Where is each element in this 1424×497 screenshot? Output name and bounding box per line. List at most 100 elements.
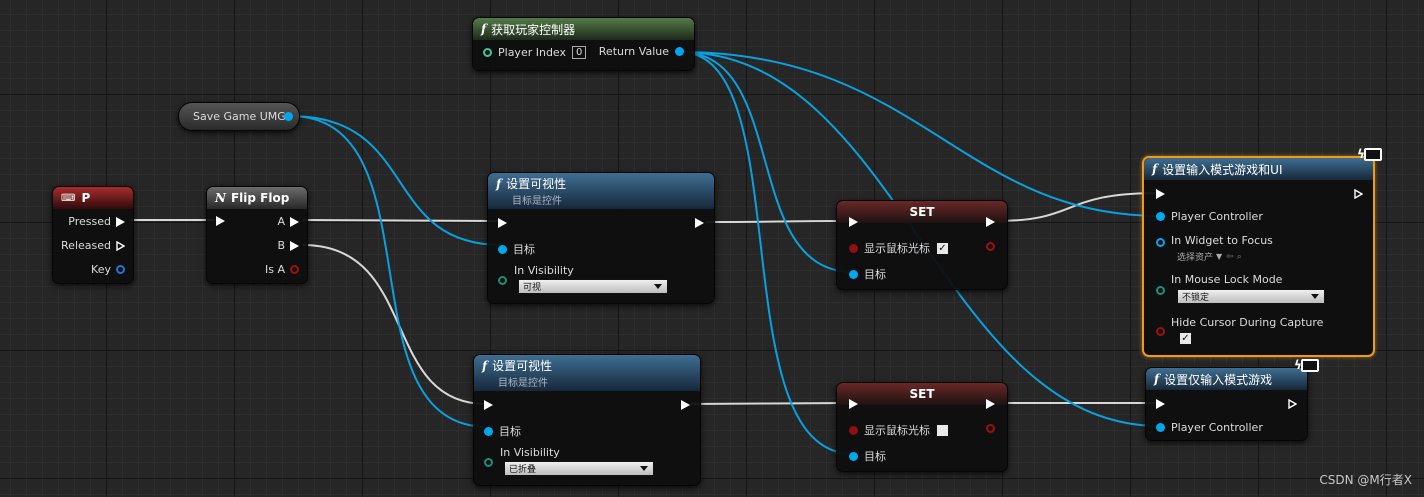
bool-out-pin-icon[interactable] — [986, 242, 995, 251]
object-pin-icon[interactable] — [849, 269, 858, 279]
is-a-pin-row: Is A — [265, 263, 299, 276]
target-label: 目标 — [513, 243, 535, 256]
asset-picker-label: 选择资产 — [1177, 253, 1214, 263]
set-input-mode-game-and-ui-node[interactable]: f 设置输入模式游戏和UI Player Controller In Widget… — [1142, 156, 1375, 357]
flip-flop-node[interactable]: N Flip Flop A B Is A — [206, 186, 308, 284]
enum-pin-icon[interactable] — [1156, 286, 1165, 295]
node-header: f 设置输入模式游戏和UI — [1144, 158, 1373, 180]
struct-pin-icon[interactable] — [116, 265, 125, 274]
node-title: 设置仅输入模式游戏 — [1164, 372, 1273, 387]
exec-in-pin-icon[interactable] — [216, 216, 225, 226]
show-cursor-label: 显示鼠标光标 — [864, 424, 930, 437]
show-cursor-checkbox[interactable]: ✓ — [936, 241, 949, 255]
show-cursor-pin-row: 显示鼠标光标 ✓ — [849, 240, 949, 256]
bool-pin-icon[interactable] — [849, 243, 858, 253]
function-icon: f — [482, 359, 488, 373]
object-pin-icon[interactable] — [1156, 423, 1165, 432]
exec-wire — [995, 192, 1159, 222]
keyboard-icon: ⌨ — [61, 192, 76, 204]
exec-out-pin-icon[interactable] — [1288, 399, 1297, 409]
target-pin-row: 目标 — [498, 241, 535, 257]
pressed-pin-row: Pressed — [68, 215, 125, 228]
show-cursor-checkbox[interactable] — [936, 423, 949, 437]
set-show-cursor-node-1[interactable]: SET 显示鼠标光标 ✓ 目标 — [836, 200, 1008, 290]
client-only-monitor-icon — [1364, 148, 1382, 161]
visibility-label: In Visibility — [500, 446, 560, 459]
object-pin-icon[interactable] — [849, 451, 858, 461]
a-label: A — [277, 215, 285, 228]
enum-pin-icon[interactable] — [498, 276, 507, 285]
visibility-label: In Visibility — [514, 264, 574, 277]
player-controller-pin-row: Player Controller — [1156, 210, 1263, 223]
object-pin-icon[interactable] — [484, 426, 493, 436]
node-title: 设置输入模式游戏和UI — [1162, 162, 1283, 177]
visibility-dropdown[interactable]: 已折叠 — [504, 461, 654, 476]
bool-out-pin-icon[interactable] — [986, 424, 995, 433]
node-header: SET — [837, 201, 1007, 223]
exec-pin-outline-icon[interactable] — [116, 240, 125, 251]
chevron-down-icon — [654, 284, 662, 289]
exec-out-pin-icon[interactable] — [986, 217, 995, 227]
save-game-umg-variable-node[interactable]: Save Game UMG — [178, 102, 300, 131]
node-header: SET — [837, 383, 1007, 405]
mouse-lock-dropdown[interactable]: 不锁定 — [1177, 289, 1325, 304]
set-visibility-node-2[interactable]: f 设置可视性 目标是控件 目标 In Visibility 已折叠 — [473, 354, 701, 486]
exec-pin-icon[interactable] — [116, 216, 125, 227]
bool-pin-icon[interactable] — [290, 265, 299, 274]
player-index-input[interactable]: 0 — [572, 46, 587, 59]
int-pin-icon[interactable] — [483, 48, 492, 57]
node-header: f 设置可视性 目标是控件 — [474, 355, 700, 391]
player-index-label: Player Index — [498, 46, 567, 59]
exec-wire — [689, 402, 851, 405]
object-pin-icon[interactable] — [1156, 212, 1165, 221]
node-subtitle: 目标是控件 — [512, 196, 562, 207]
exec-in-pin-icon[interactable] — [498, 218, 507, 228]
node-title: Flip Flop — [230, 191, 290, 205]
exec-out-pin-icon[interactable] — [695, 218, 704, 228]
exec-out-pin-icon[interactable] — [986, 399, 995, 409]
exec-in-pin-icon[interactable] — [849, 217, 858, 227]
set-show-cursor-node-2[interactable]: SET 显示鼠标光标 目标 — [836, 382, 1008, 472]
key-label: Key — [91, 263, 111, 276]
function-icon: f — [1154, 372, 1160, 386]
exec-in-pin-icon[interactable] — [1156, 399, 1165, 409]
node-title: 设置可视性 — [506, 177, 567, 191]
exec-in-pin-icon[interactable] — [1156, 189, 1165, 199]
pressed-label: Pressed — [68, 215, 111, 228]
player-controller-pin-row: Player Controller — [1156, 421, 1263, 434]
player-controller-label: Player Controller — [1171, 421, 1263, 434]
browse-search-icon[interactable]: ⌕ — [1237, 252, 1242, 262]
exec-pin-icon[interactable] — [290, 216, 299, 227]
mouse-lock-label: In Mouse Lock Mode — [1171, 273, 1283, 286]
flip-flop-icon: N — [215, 191, 226, 205]
node-title: 获取玩家控制器 — [491, 22, 576, 37]
object-pin-icon[interactable] — [1156, 238, 1165, 247]
exec-out-pin-icon[interactable] — [681, 400, 690, 410]
p-key-event-node[interactable]: ⌨ P Pressed Released Key — [52, 186, 134, 284]
get-player-controller-node[interactable]: f 获取玩家控制器 Player Index 0 Return Value — [472, 17, 695, 71]
bool-pin-icon[interactable] — [1156, 327, 1165, 336]
set-input-mode-game-only-node[interactable]: f 设置仅输入模式游戏 Player Controller — [1145, 367, 1308, 441]
bool-pin-icon[interactable] — [849, 425, 858, 435]
exec-in-pin-icon[interactable] — [849, 399, 858, 409]
key-pin-row: Key — [91, 263, 125, 276]
enum-pin-icon[interactable] — [484, 458, 493, 467]
use-selected-icon[interactable]: ⇦ — [1226, 252, 1234, 262]
exec-out-pin-icon[interactable] — [1354, 189, 1363, 199]
object-pin-icon[interactable] — [284, 112, 293, 121]
object-pin-icon[interactable] — [498, 244, 507, 254]
node-header: N Flip Flop — [207, 187, 307, 209]
asset-picker[interactable]: 选择资产 ▼ ⇦ ⌕ — [1177, 250, 1242, 264]
visibility-dropdown[interactable]: 可视 — [518, 279, 668, 294]
node-title: 设置可视性 — [492, 359, 553, 373]
client-only-monitor-icon — [1301, 359, 1319, 372]
set-visibility-node-1[interactable]: f 设置可视性 目标是控件 目标 In Visibility 可视 — [487, 172, 715, 304]
b-pin-row: B — [277, 239, 299, 252]
exec-pin-icon[interactable] — [290, 240, 299, 251]
exec-in-pin-icon[interactable] — [484, 400, 493, 410]
object-wire — [679, 51, 1161, 217]
hide-cursor-checkbox[interactable]: ✓ — [1179, 332, 1192, 345]
object-pin-icon[interactable] — [675, 47, 684, 56]
a-pin-row: A — [277, 215, 299, 228]
exec-wire — [302, 219, 499, 222]
